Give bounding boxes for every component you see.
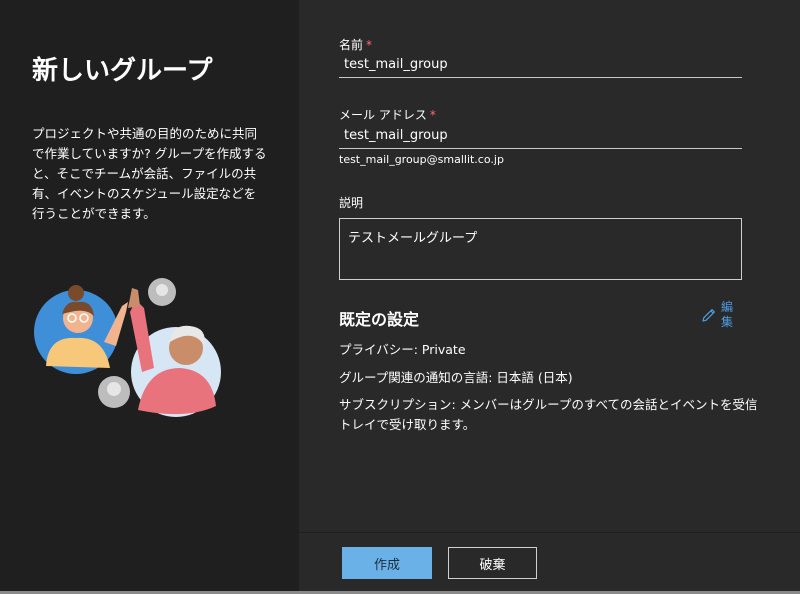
subscription-setting: サブスクリプション: メンバーはグループのすべての会話とイベントを受信トレイで受… <box>339 397 758 432</box>
name-input[interactable] <box>339 52 742 78</box>
description-label: 説明 <box>339 196 364 210</box>
edit-settings-button[interactable]: 編集 <box>701 300 735 330</box>
required-mark: * <box>429 108 436 122</box>
pencil-icon <box>702 309 715 322</box>
name-label-text: 名前 <box>339 38 364 52</box>
language-setting: グループ関連の通知の言語: 日本語 (日本) <box>339 370 573 385</box>
required-mark: * <box>366 38 373 52</box>
email-label-text: メール アドレス <box>339 108 427 122</box>
intro-panel: 新しいグループ プロジェクトや共通の目的のために共同で作業していますか? グルー… <box>0 0 299 594</box>
edit-label: 編集 <box>721 300 734 329</box>
group-illustration <box>34 278 221 417</box>
privacy-setting: プライバシー: Private <box>339 342 466 357</box>
new-group-dialog: 新しいグループ プロジェクトや共通の目的のために共同で作業していますか? グルー… <box>0 0 800 594</box>
default-settings-title: 既定の設定 <box>339 310 420 329</box>
create-button[interactable]: 作成 <box>342 547 432 579</box>
description-textarea[interactable]: テストメールグループ <box>339 218 742 280</box>
email-input[interactable] <box>339 123 742 149</box>
dialog-title: 新しいグループ <box>32 56 213 86</box>
discard-button[interactable]: 破棄 <box>448 547 537 579</box>
form-panel: 名前* メール アドレス* test_mail_group@smallit.co… <box>299 0 800 532</box>
name-label: 名前 * <box>339 36 372 53</box>
email-full-address: test_mail_group@smallit.co.jp <box>339 153 504 166</box>
dialog-description: プロジェクトや共通の目的のために共同で作業していますか? グループを作成すると、… <box>32 126 267 221</box>
email-label: メール アドレス * <box>339 106 436 123</box>
dialog-footer: 作成 破棄 <box>299 532 800 594</box>
